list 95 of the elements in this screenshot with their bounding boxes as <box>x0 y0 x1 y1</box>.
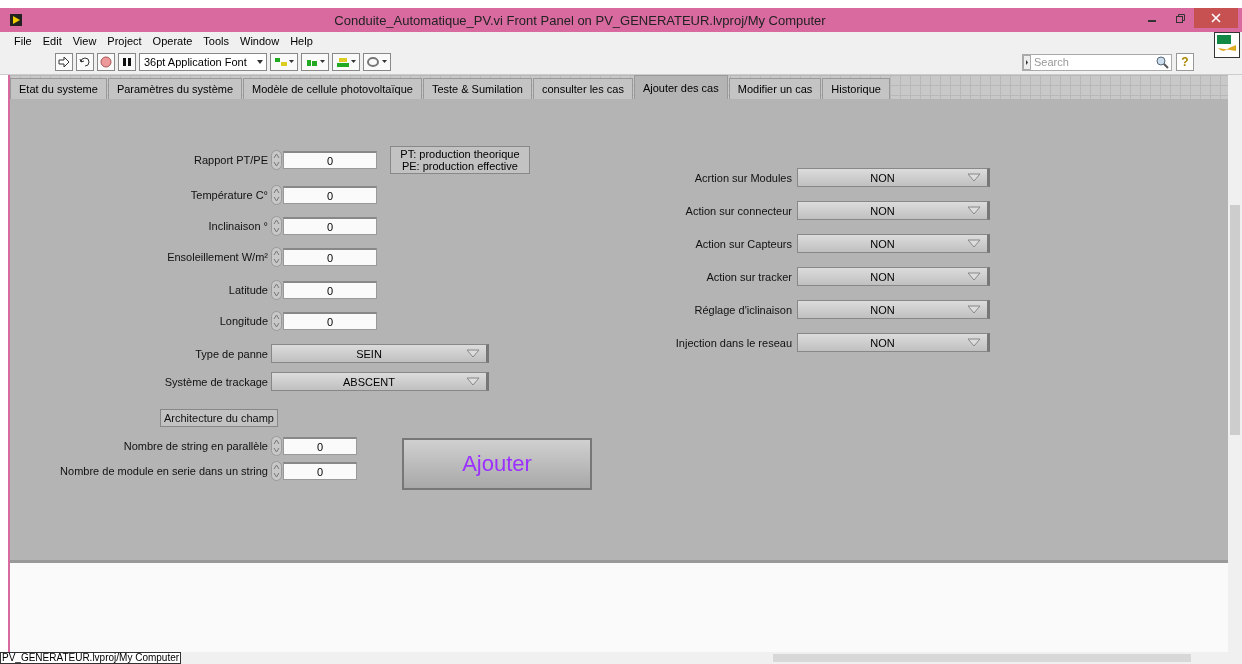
tab[interactable]: Teste & Sumilation <box>422 78 532 99</box>
dropdown-arrow-icon <box>967 272 981 281</box>
tab[interactable]: Modifier un cas <box>728 78 822 99</box>
search-icon <box>1155 54 1169 69</box>
numeric-field[interactable]: 0 <box>283 312 377 330</box>
app-icon <box>10 14 22 26</box>
dropdown[interactable]: NON <box>797 333 990 352</box>
font-dropdown[interactable]: 36pt Application Font <box>139 53 267 71</box>
tab[interactable]: Modèle de cellule photovoltaïque <box>243 78 422 99</box>
dropdown[interactable]: ABSCENT <box>271 372 489 391</box>
tab[interactable]: Ajouter des cas <box>633 75 728 99</box>
vertical-scrollbar[interactable] <box>1228 75 1242 652</box>
minimize-icon <box>1148 20 1156 22</box>
reorder-icon <box>366 56 388 68</box>
menu-item[interactable]: Help <box>290 35 313 47</box>
field-label: Action sur Capteurs <box>694 237 792 250</box>
dropdown-arrow-icon <box>967 338 981 347</box>
close-button[interactable] <box>1194 8 1238 28</box>
dropdown[interactable]: NON <box>797 234 990 253</box>
resize-icon <box>335 56 357 68</box>
dropdown-arrow-icon <box>967 305 981 314</box>
dropdown[interactable]: NON <box>797 267 990 286</box>
spinner-arrows[interactable] <box>271 280 282 300</box>
field-label: Acrtion sur Modules <box>693 171 792 184</box>
spinner-arrows[interactable] <box>271 150 282 170</box>
spinner-arrows[interactable] <box>271 436 282 456</box>
reorder-button[interactable] <box>363 53 391 71</box>
menu-item[interactable]: Window <box>240 35 280 47</box>
search-field[interactable]: Search <box>1022 53 1172 71</box>
menu-item[interactable]: Edit <box>42 35 62 47</box>
spinner-arrows[interactable] <box>271 216 282 236</box>
distribute-objects-button[interactable] <box>301 53 329 71</box>
numeric-field[interactable]: 0 <box>283 151 377 169</box>
tab[interactable]: Historique <box>822 78 890 99</box>
menu-item[interactable]: File <box>14 35 32 47</box>
field-label: Action sur connecteur <box>684 204 792 217</box>
spinner-arrows[interactable] <box>271 461 282 481</box>
pause-button[interactable] <box>118 53 136 71</box>
run-arrow-button[interactable] <box>55 53 73 71</box>
field-label: Longitude <box>218 315 268 327</box>
close-icon <box>1211 13 1221 23</box>
vi-icon <box>1214 32 1240 58</box>
numeric-field[interactable]: 0 <box>283 281 377 299</box>
loop-arrow-icon <box>79 56 91 68</box>
restore-icon <box>1175 13 1185 23</box>
field-label: Nombre de string en parallèle <box>122 440 268 452</box>
menu-item[interactable]: Operate <box>152 35 193 47</box>
field-label: Type de panne <box>194 347 268 360</box>
arrow-icon <box>58 56 70 68</box>
tab[interactable]: Etat du systeme <box>10 78 107 99</box>
field-label: Rapport PT/PE <box>193 154 268 166</box>
dropdown[interactable]: SEIN <box>271 344 489 363</box>
resize-objects-button[interactable] <box>332 53 360 71</box>
run-continuously-button[interactable] <box>76 53 94 71</box>
help-button[interactable]: ? <box>1176 53 1194 71</box>
dropdown-arrow-icon <box>967 206 981 215</box>
numeric-field[interactable]: 0 <box>283 186 377 204</box>
menu-item[interactable]: Tools <box>203 35 230 47</box>
spinner-arrows[interactable] <box>271 185 282 205</box>
dropdown-arrow-icon <box>466 377 480 386</box>
spinner-arrows[interactable] <box>271 247 282 267</box>
menu-item[interactable]: View <box>72 35 97 47</box>
window-title: Conduite_Automatique_PV.vi Front Panel on PV_GENERATEUR.lvproj/My Computer <box>333 12 827 28</box>
section-button[interactable]: Architecture du champ <box>159 409 278 427</box>
align-objects-button[interactable] <box>270 53 298 71</box>
tab[interactable]: Paramètres du système <box>107 78 243 99</box>
field-label: Latitude <box>227 284 268 296</box>
dropdown-arrow-icon <box>967 173 981 182</box>
dropdown[interactable]: NON <box>797 300 990 319</box>
numeric-field[interactable]: 0 <box>283 437 357 455</box>
scope-toggle-icon <box>1023 54 1031 70</box>
field-label: Réglage d'iclinaison <box>693 303 792 316</box>
field-label: Action sur tracker <box>705 270 792 283</box>
menu-item[interactable]: Project <box>107 35 142 47</box>
dropdown-arrow-icon <box>967 239 981 248</box>
field-label: Nombre de module en serie dans un string <box>59 465 268 477</box>
project-path: PV_GENERATEUR.lvproj/My Computer <box>0 652 182 664</box>
dropdown[interactable]: NON <box>797 168 990 187</box>
field-label: Inclinaison ° <box>207 220 268 232</box>
abort-button[interactable] <box>97 53 115 71</box>
stop-icon <box>100 56 112 68</box>
numeric-field[interactable]: 0 <box>283 248 377 266</box>
field-label: Système de trackage <box>163 375 268 388</box>
dropdown-arrow-icon <box>466 349 480 358</box>
align-icon <box>273 56 295 68</box>
spinner-arrows[interactable] <box>271 311 282 331</box>
field-label: Ensoleillement W/m² <box>166 251 268 263</box>
pause-icon <box>121 56 133 68</box>
numeric-field[interactable]: 0 <box>283 217 377 235</box>
dropdown[interactable]: NON <box>797 201 990 220</box>
numeric-field[interactable]: 0 <box>283 462 357 480</box>
note-label: PT: production theorique PE: production effective <box>389 146 530 174</box>
field-label: Injection dans le reseau <box>674 336 792 349</box>
tab[interactable]: consulter les cas <box>533 78 633 99</box>
field-label: Température C° <box>189 189 268 201</box>
